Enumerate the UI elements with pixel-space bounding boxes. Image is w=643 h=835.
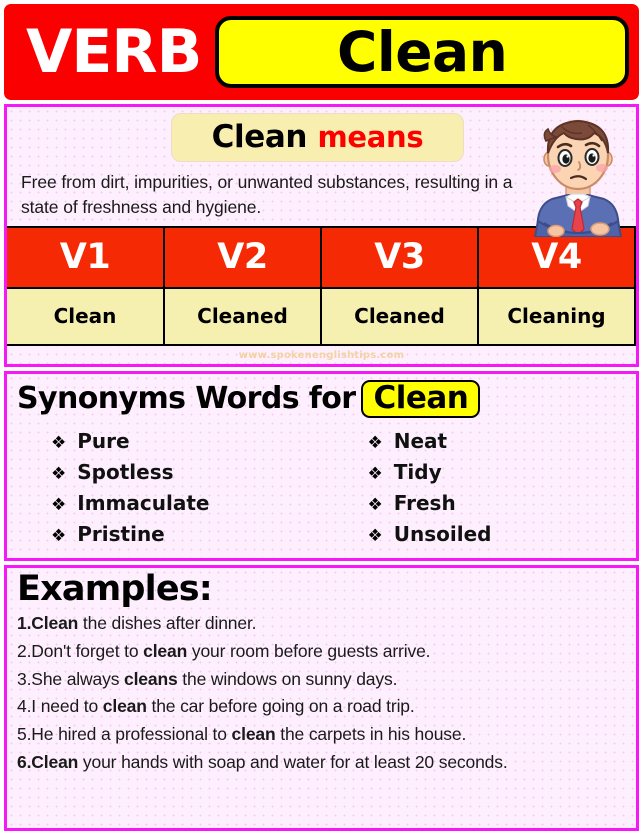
list-item-label: Pure	[77, 429, 130, 454]
example-verb: Clean	[31, 613, 79, 634]
list-item: ❖ Spotless	[51, 457, 322, 488]
verb-forms-table: V1 V2 V3 V4 Clean Cleaned Cleaned Cleani…	[7, 225, 636, 346]
verb-form-v4: Cleaning	[477, 287, 636, 346]
example-text: the windows on sunny days.	[177, 668, 398, 689]
example-number: 5.	[17, 723, 32, 744]
synonyms-left-column: ❖ Pure ❖ Spotless ❖ Immaculate ❖ Pristine	[7, 426, 322, 550]
synonyms-heading: Synonyms Words for	[17, 381, 356, 417]
diamond-bullet-icon: ❖	[367, 433, 383, 454]
example-number: 1.	[17, 613, 32, 634]
example-number: 2.	[17, 641, 32, 662]
list-item-label: Immaculate	[77, 491, 210, 516]
synonyms-panel: Synonyms Words for Clean ❖ Pure ❖ Spotless…	[4, 370, 639, 562]
category-label: VERB	[26, 17, 202, 87]
table-header-v1: V1	[7, 225, 165, 289]
diamond-bullet-icon: ❖	[367, 464, 383, 485]
list-item-label: Neat	[393, 429, 448, 454]
definition-text: Free from dirt, impurities, or unwanted …	[21, 172, 513, 217]
headword-box: Clean	[215, 16, 629, 88]
synonyms-chip-word: Clean	[361, 379, 481, 419]
list-item: ❖ Pure	[51, 426, 322, 457]
worksheet-page: VERB Clean Clean means Free from dirt, i…	[0, 0, 643, 835]
diamond-bullet-icon: ❖	[367, 526, 383, 547]
example-text: your room before guests arrive.	[187, 641, 431, 662]
list-item: ❖ Fresh	[368, 488, 637, 519]
diamond-bullet-icon: ❖	[51, 526, 67, 547]
example-verb: clean	[231, 723, 276, 744]
means-box: Clean means	[170, 113, 465, 162]
example-item: 6.Clean your hands with soap and water f…	[17, 749, 636, 777]
synonyms-title-row: Synonyms Words for Clean	[7, 378, 636, 419]
list-item-label: Unsoiled	[393, 522, 492, 547]
diamond-bullet-icon: ❖	[51, 464, 67, 485]
list-item: ❖ Unsoiled	[368, 519, 637, 550]
diamond-bullet-icon: ❖	[51, 433, 67, 454]
list-item: ❖ Tidy	[368, 457, 637, 488]
diamond-bullet-icon: ❖	[367, 495, 383, 516]
list-item-label: Pristine	[77, 522, 165, 547]
example-verb: clean	[143, 641, 188, 662]
example-text: the dishes after dinner.	[78, 613, 257, 634]
watermark: www.spokenenglishtips.com	[238, 349, 405, 361]
list-item-label: Fresh	[393, 491, 456, 516]
list-item: ❖ Pristine	[51, 519, 322, 550]
verb-form-v2: Cleaned	[163, 287, 322, 346]
example-text: She always	[31, 668, 124, 689]
example-text: the car before going on a road trip.	[146, 696, 415, 717]
example-number: 3.	[17, 668, 32, 689]
example-text: I need to	[31, 696, 103, 717]
means-suffix: means	[317, 120, 424, 154]
synonyms-columns: ❖ Pure ❖ Spotless ❖ Immaculate ❖ Pristine ❖ N…	[7, 418, 636, 550]
table-header-v4: V4	[477, 225, 636, 289]
verb-form-v3: Cleaned	[320, 287, 479, 346]
headword-text: Clean	[337, 19, 508, 84]
example-item: 3.She always cleans the windows on sunny…	[17, 666, 636, 694]
header-banner: VERB Clean	[4, 4, 639, 100]
example-item: 4.I need to clean the car before going o…	[17, 693, 636, 721]
list-item-label: Spotless	[77, 460, 174, 485]
examples-heading: Examples:	[17, 569, 213, 610]
table-header-v2: V2	[163, 225, 322, 289]
example-number: 6.	[17, 751, 32, 772]
example-verb: cleans	[124, 668, 178, 689]
list-item: ❖ Immaculate	[51, 488, 322, 519]
example-item: 5.He hired a professional to clean the c…	[17, 721, 636, 749]
diamond-bullet-icon: ❖	[51, 495, 67, 516]
list-item-label: Tidy	[393, 460, 442, 485]
synonyms-right-column: ❖ Neat ❖ Tidy ❖ Fresh ❖ Unsoiled	[322, 426, 637, 550]
example-text: the carpets in his house.	[275, 723, 467, 744]
example-verb: Clean	[31, 751, 79, 772]
examples-list: 1.Clean the dishes after dinner. 2.Don't …	[17, 610, 636, 776]
example-verb: clean	[102, 696, 147, 717]
examples-panel: Examples: 1.Clean the dishes after dinne…	[4, 565, 639, 831]
example-item: 1.Clean the dishes after dinner.	[17, 610, 636, 638]
example-text: your hands with soap and water for at le…	[78, 751, 508, 772]
means-box-row: Clean means	[7, 113, 636, 162]
example-text: Don't forget to	[31, 641, 144, 662]
example-text: He hired a professional to	[31, 723, 232, 744]
example-item: 2.Don't forget to clean your room before…	[17, 638, 636, 666]
verb-form-v1: Clean	[7, 287, 165, 346]
table-header-row: V1 V2 V3 V4	[7, 225, 636, 289]
table-header-v3: V3	[320, 225, 479, 289]
means-word: Clean	[211, 119, 308, 155]
example-number: 4.	[17, 696, 32, 717]
meaning-panel: Clean means Free from dirt, impurities, …	[4, 104, 639, 367]
list-item: ❖ Neat	[368, 426, 637, 457]
table-row: Clean Cleaned Cleaned Cleaning	[7, 287, 636, 346]
